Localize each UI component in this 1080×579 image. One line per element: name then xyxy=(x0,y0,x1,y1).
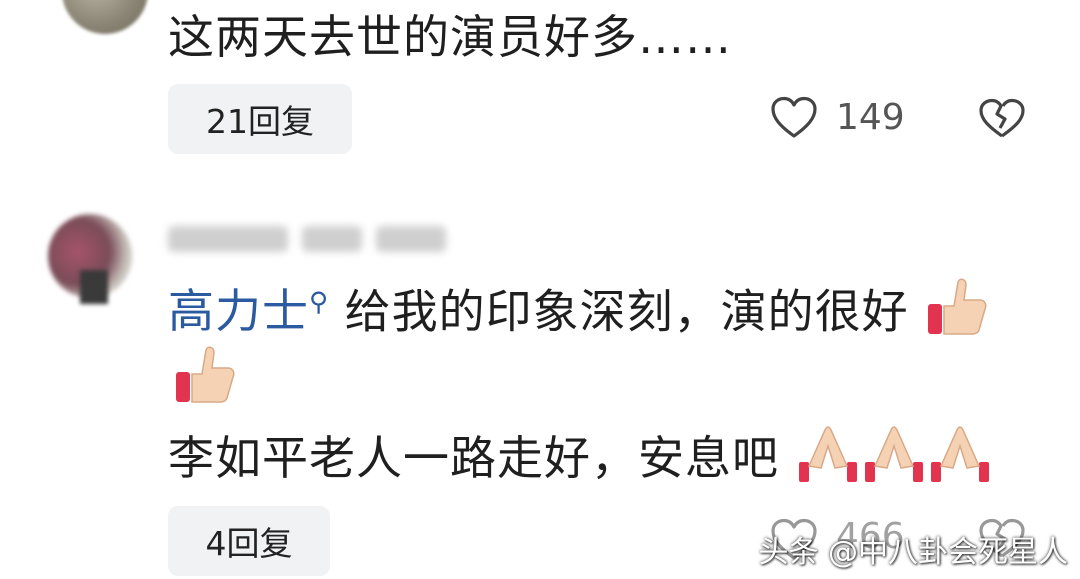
folded-hands-emoji xyxy=(861,424,927,499)
comment-text: 李如平老人一路走好，安息吧 xyxy=(168,431,779,485)
mention-search-icon: ⚲ xyxy=(309,288,330,318)
comment-line-1: 高力士⚲ 给我的印象深刻，演的很好 xyxy=(168,272,988,353)
avatar-badge xyxy=(80,270,108,304)
heart-outline-icon[interactable] xyxy=(770,96,818,140)
comment-text: 这两天去世的演员好多…… xyxy=(168,10,732,64)
reply-button[interactable]: 4回复 xyxy=(168,506,330,576)
reply-label: 4回复 xyxy=(205,524,293,563)
like-count: 149 xyxy=(836,97,905,138)
broken-heart-icon[interactable] xyxy=(978,98,1026,140)
folded-hands-emoji xyxy=(795,424,861,499)
thumbs-up-emoji xyxy=(172,344,236,410)
comment-line-3: 李如平老人一路走好，安息吧 xyxy=(168,424,993,499)
username-blurred[interactable] xyxy=(168,222,478,256)
comment-text: 给我的印象深刻，演的很好 xyxy=(344,284,909,339)
reply-label: 21回复 xyxy=(206,102,314,141)
watermark-text: 头条 @中八卦会死星人 xyxy=(758,535,1068,570)
avatar[interactable] xyxy=(62,0,148,34)
reply-button[interactable]: 21回复 xyxy=(168,84,352,154)
thumbs-up-emoji xyxy=(924,276,988,353)
folded-hands-emoji xyxy=(927,424,993,499)
mention-link[interactable]: 高力士⚲ xyxy=(168,284,329,338)
